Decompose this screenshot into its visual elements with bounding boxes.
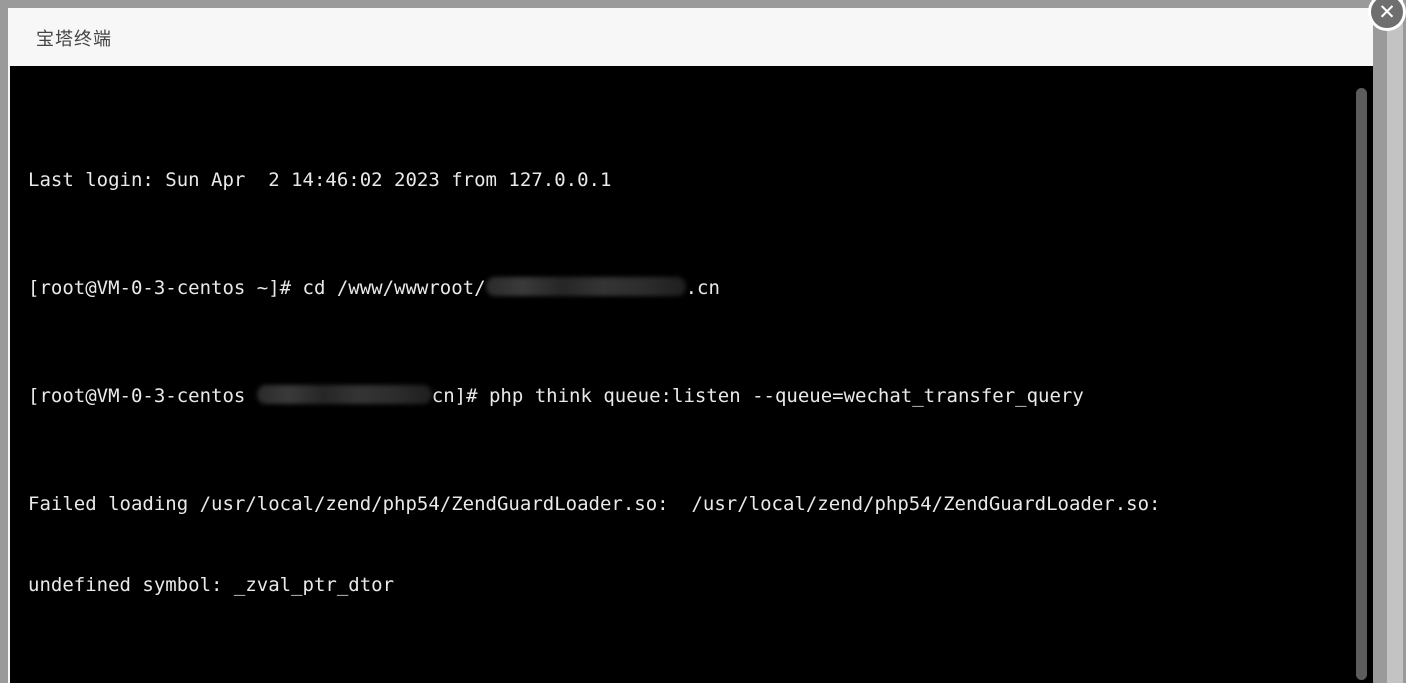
- terminal-line-loader-error-2: undefined symbol: _zval_ptr_dtor: [28, 574, 395, 596]
- terminal-line-last-login: Last login: Sun Apr 2 14:46:02 2023 from…: [28, 169, 612, 191]
- terminal-line-prompt-php: [root@VM-0-3-centos cn]# php think queue…: [28, 383, 1338, 410]
- close-icon: ✕: [1378, 0, 1396, 24]
- terminal-lines: Last login: Sun Apr 2 14:46:02 2023 from…: [28, 86, 1338, 683]
- prompt-php-suffix: cn]# php think queue:listen --queue=wech…: [431, 385, 1084, 407]
- page-scrollbar-thumb[interactable]: [1387, 17, 1403, 683]
- prompt-cd-suffix: .cn: [685, 277, 720, 299]
- terminal-window: 宝塔终端 Last login: Sun Apr 2 14:46:02 2023…: [8, 8, 1373, 683]
- window-titlebar: 宝塔终端: [8, 8, 1373, 66]
- close-window-button[interactable]: ✕: [1368, 0, 1406, 31]
- terminal-viewport[interactable]: Last login: Sun Apr 2 14:46:02 2023 from…: [10, 66, 1373, 683]
- terminal-line-prompt-cd: [root@VM-0-3-centos ~]# cd /www/wwwroot/…: [28, 275, 1338, 302]
- terminal-line-loader-error-1: Failed loading /usr/local/zend/php54/Zen…: [28, 493, 1161, 515]
- redacted-domain-2: [256, 385, 432, 404]
- page-scrollbar[interactable]: [1384, 0, 1406, 683]
- terminal-scrollbar-thumb[interactable]: [1356, 88, 1367, 680]
- left-gutter: [0, 58, 8, 683]
- redacted-domain-1: [485, 277, 686, 296]
- window-title: 宝塔终端: [36, 29, 112, 50]
- prompt-php-prefix: [root@VM-0-3-centos: [28, 385, 257, 407]
- terminal-output[interactable]: Last login: Sun Apr 2 14:46:02 2023 from…: [10, 66, 1350, 683]
- prompt-cd-prefix: [root@VM-0-3-centos ~]# cd /www/wwwroot/: [28, 277, 486, 299]
- app-root: 宝塔终端 Last login: Sun Apr 2 14:46:02 2023…: [0, 0, 1406, 683]
- terminal-scrollbar[interactable]: [1350, 66, 1373, 683]
